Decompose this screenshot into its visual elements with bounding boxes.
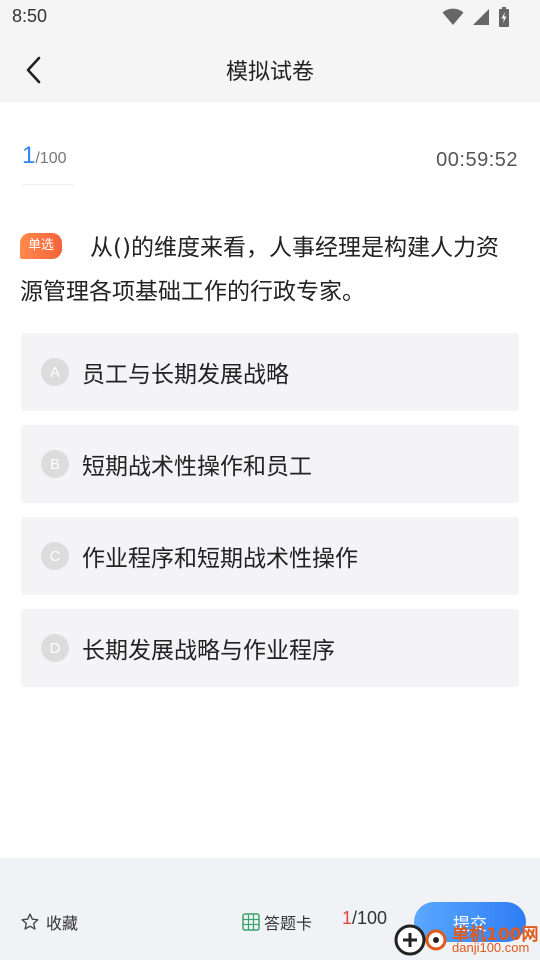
- option-letter: A: [41, 358, 69, 386]
- option-letter: D: [41, 634, 69, 662]
- option-text: 员工与长期发展战略: [82, 362, 289, 388]
- signal-icon: [473, 9, 489, 25]
- progress-current: 1: [22, 142, 36, 169]
- wifi-icon: [442, 8, 464, 25]
- star-icon: [21, 913, 39, 930]
- progress-total: /100: [35, 150, 67, 167]
- status-bar: 8:50: [0, 0, 540, 36]
- favorite-label: 收藏: [46, 914, 79, 933]
- question-progress: 1/100: [22, 142, 74, 186]
- watermark-sub: danji100.com: [452, 940, 530, 955]
- question-type-badge: 单选: [20, 233, 62, 259]
- battery-icon: [499, 7, 509, 27]
- option-text: 长期发展战略与作业程序: [82, 638, 335, 664]
- option-letter: C: [41, 542, 69, 570]
- options-list: A 员工与长期发展战略 B 短期战术性操作和员工 C 作业程序和短期战术性操作 …: [21, 333, 519, 701]
- answer-card-label: 答题卡: [264, 914, 313, 933]
- option-b[interactable]: B 短期战术性操作和员工: [21, 425, 519, 503]
- option-text: 作业程序和短期战术性操作: [82, 546, 358, 572]
- answer-card-button[interactable]: 答题卡: [242, 910, 312, 934]
- nav-bar: 模拟试卷: [0, 36, 540, 102]
- bottom-progress-current: 1: [342, 908, 353, 928]
- favorite-button[interactable]: 收藏: [20, 910, 78, 934]
- option-c[interactable]: C 作业程序和短期战术性操作: [21, 517, 519, 595]
- page-title: 模拟试卷: [225, 60, 314, 85]
- bottom-progress-total: /100: [352, 908, 388, 928]
- bottom-progress: 1/100: [342, 908, 387, 929]
- countdown-timer: 00:59:52: [436, 149, 518, 171]
- status-icons: [442, 7, 510, 27]
- progress-underline: [22, 184, 74, 185]
- option-d[interactable]: D 长期发展战略与作业程序: [21, 609, 519, 687]
- option-a[interactable]: A 员工与长期发展战略: [21, 333, 519, 411]
- status-time: 8:50: [12, 6, 48, 26]
- watermark-logo-icon: [394, 924, 447, 956]
- option-text: 短期战术性操作和员工: [82, 454, 312, 480]
- question: 单选 从()的维度来看，人事经理是构建人力资源管理各项基础工作的行政专家。: [20, 226, 520, 314]
- answer-card-icon: [242, 913, 260, 931]
- option-letter: B: [41, 450, 69, 478]
- question-text: 从()的维度来看，人事经理是构建人力资源管理各项基础工作的行政专家。: [20, 235, 499, 305]
- watermark: 单机100网 danji100.com: [392, 918, 540, 960]
